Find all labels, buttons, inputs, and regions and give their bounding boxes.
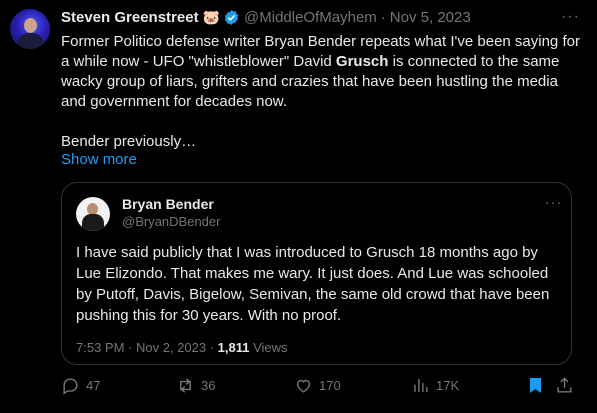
quote-avatar-body <box>82 214 104 231</box>
verified-badge-icon <box>224 10 239 25</box>
separator-dot: · <box>380 9 386 26</box>
quote-author-avatar[interactable] <box>76 197 110 231</box>
reply-button[interactable]: 47 <box>61 376 100 395</box>
avatar-body <box>17 33 44 49</box>
show-more-link[interactable]: Show more <box>61 151 137 168</box>
quote-more-icon[interactable]: ··· <box>545 194 562 210</box>
repost-icon <box>180 378 191 393</box>
bookmark-icon <box>529 377 542 394</box>
views-icon <box>414 379 428 392</box>
quote-timestamp[interactable]: 7:53 PM · Nov 2, 2023 · <box>76 340 218 355</box>
bookmark-button[interactable] <box>526 376 545 395</box>
tweet-text-bold: Grusch <box>335 53 389 70</box>
pig-emoji: 🐷 <box>202 9 221 25</box>
quote-author-name[interactable]: Bryan Bender <box>122 196 214 212</box>
tweet-header: Steven Greenstreet 🐷 @MiddleOfMayhem · N… <box>61 9 471 26</box>
author-name[interactable]: Steven Greenstreet <box>61 9 199 26</box>
more-icon[interactable]: ··· <box>561 8 580 26</box>
quoted-tweet[interactable]: Bryan Bender @BryanDBender ··· I have sa… <box>61 182 572 365</box>
like-button[interactable]: 170 <box>294 376 341 395</box>
like-icon <box>296 379 311 393</box>
tweet-paragraph-1: Former Politico defense writer Bryan Ben… <box>61 32 581 112</box>
like-count: 170 <box>319 378 341 393</box>
avatar-head <box>24 18 37 33</box>
author-handle[interactable]: @MiddleOfMayhem <box>244 9 377 26</box>
tweet-body: Former Politico defense writer Bryan Ben… <box>61 32 581 152</box>
quote-views-label: Views <box>249 340 288 355</box>
quote-meta: 7:53 PM · Nov 2, 2023 · 1,811 Views <box>76 340 288 355</box>
quote-author-handle[interactable]: @BryanDBender <box>122 214 220 229</box>
quote-views-count: 1,811 <box>217 340 250 355</box>
tweet-paragraph-2: Bender previously… <box>61 133 197 150</box>
share-icon <box>557 377 572 393</box>
author-avatar[interactable] <box>10 9 50 49</box>
quote-text: I have said publicly that I was introduc… <box>76 244 550 324</box>
action-bar: 47 36 170 17K <box>0 376 597 406</box>
views-button[interactable]: 17K <box>411 376 459 395</box>
share-button[interactable] <box>555 376 574 395</box>
views-count: 17K <box>436 378 460 393</box>
repost-count: 36 <box>201 378 216 393</box>
repost-button[interactable]: 36 <box>176 376 215 395</box>
tweet-date[interactable]: Nov 5, 2023 <box>390 9 471 26</box>
reply-count: 47 <box>86 378 101 393</box>
reply-icon <box>63 378 78 395</box>
